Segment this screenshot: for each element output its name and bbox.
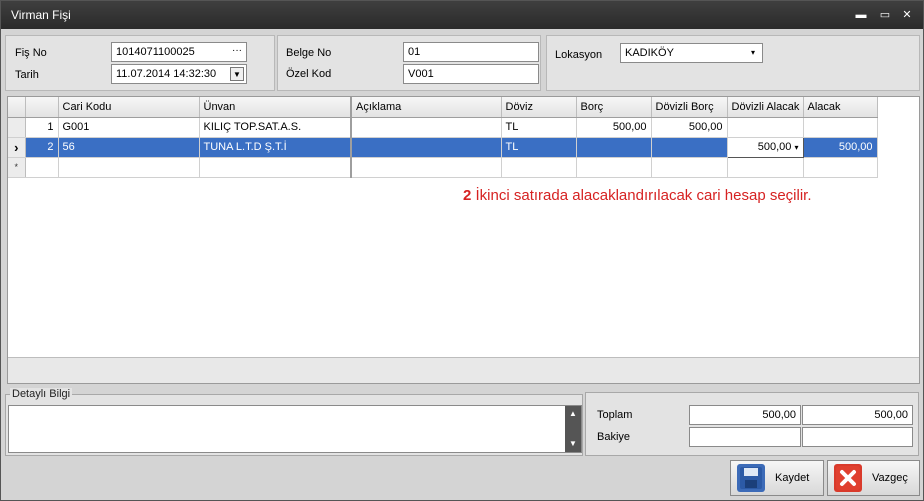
bakiye-borc-field [689, 427, 801, 447]
cell-doviz[interactable]: TL [501, 137, 577, 158]
belge-no-field[interactable]: 01 [403, 42, 539, 62]
cancel-button[interactable]: Vazgeç [827, 460, 920, 496]
row-no [25, 157, 59, 178]
detail-title: Detaylı Bilgi [10, 388, 73, 400]
save-button-label: Kaydet [775, 472, 810, 484]
table-row[interactable]: › 2 56 TUNA L.T.D Ş.T.İ TL 500,00 ▾ 500,… [8, 136, 878, 158]
chevron-down-icon[interactable]: ▾ [794, 143, 798, 152]
table-row[interactable]: 1 G001 KILIÇ TOP.SAT.A.S. TL 500,00 500,… [8, 117, 878, 138]
header-borc[interactable]: Borç [576, 97, 652, 118]
ozel-kod-label: Özel Kod [286, 68, 332, 80]
row-no: 2 [25, 137, 59, 158]
toplam-borc-field: 500,00 [689, 405, 801, 425]
detail-textarea[interactable]: ▲ ▼ [8, 405, 582, 453]
totals-group: Toplam 500,00 500,00 Bakiye [585, 392, 919, 456]
bakiye-label: Bakiye [597, 431, 631, 443]
cell-alacak[interactable]: 500,00 [803, 137, 878, 158]
voucher-table: Cari Kodu Ünvan Açıklama Döviz Borç Dövi… [8, 97, 878, 178]
cell-dovizli-borc[interactable] [651, 137, 728, 158]
cancel-x-icon [834, 464, 862, 492]
cell-doviz[interactable] [501, 157, 577, 178]
header-alacak[interactable]: Alacak [803, 97, 878, 118]
belge-no-label: Belge No [286, 47, 332, 59]
lokasyon-value: KADIKÖY [625, 47, 674, 59]
cell-aciklama[interactable] [351, 137, 502, 158]
cell-unvan[interactable]: TUNA L.T.D Ş.T.İ [199, 137, 352, 158]
title-bar: Virman Fişi ▬ ▭ ✕ [1, 1, 923, 29]
cell-borc[interactable]: 500,00 [576, 117, 652, 138]
row-no: 1 [25, 117, 59, 138]
row-indicator[interactable] [8, 117, 26, 138]
toplam-alacak-field: 500,00 [802, 405, 913, 425]
minimize-icon[interactable]: ▬ [854, 9, 868, 21]
header-dovizli-borc[interactable]: Dövizli Borç [651, 97, 728, 118]
chevron-down-icon[interactable]: ▾ [746, 46, 760, 60]
lokasyon-select[interactable]: KADIKÖY ▾ [620, 43, 763, 63]
tarih-field[interactable]: 11.07.2014 14:32:30 ▼ [111, 64, 247, 84]
save-button[interactable]: Kaydet [730, 460, 824, 496]
cell-dovizli-alacak[interactable] [727, 157, 804, 178]
header-doviz[interactable]: Döviz [501, 97, 577, 118]
header-indicator [8, 97, 26, 118]
cell-dovizli-alacak[interactable] [727, 117, 804, 138]
instruction-annotation: 2 İkinci satırada alacaklandırılacak car… [463, 187, 812, 204]
detail-scrollbar[interactable]: ▲ ▼ [565, 406, 581, 452]
fis-no-field[interactable]: 1014071100025 ··· [111, 42, 247, 62]
cell-borc[interactable] [576, 137, 652, 158]
cell-cari-kodu[interactable]: 56 [58, 137, 200, 158]
tarih-label: Tarih [15, 69, 39, 81]
cell-dovizli-alacak-editor[interactable]: 500,00 ▾ [726, 136, 804, 158]
cell-cari-kodu[interactable]: G001 [58, 117, 200, 138]
detail-group: Detaylı Bilgi ▲ ▼ [5, 388, 583, 456]
cell-unvan[interactable]: KILIÇ TOP.SAT.A.S. [199, 117, 352, 138]
cell-aciklama[interactable] [351, 157, 502, 178]
annotation-text: İkinci satırada alacaklandırılacak cari … [471, 187, 812, 204]
belge-no-value: 01 [408, 46, 421, 58]
cell-unvan[interactable] [199, 157, 352, 178]
cell-dovizli-borc[interactable]: 500,00 [651, 117, 728, 138]
chevron-down-icon[interactable]: ▼ [230, 67, 244, 81]
voucher-grid[interactable]: Cari Kodu Ünvan Açıklama Döviz Borç Dövi… [7, 96, 920, 384]
fis-no-value: 1014071100025 [116, 46, 195, 58]
tarih-value: 11.07.2014 14:32:30 [116, 68, 217, 80]
cell-cari-kodu[interactable] [58, 157, 200, 178]
cell-dovizli-borc[interactable] [651, 157, 728, 178]
header-dovizli-alacak[interactable]: Dövizli Alacak [727, 97, 804, 118]
cell-borc[interactable] [576, 157, 652, 178]
save-icon [737, 464, 765, 492]
window-title: Virman Fişi [11, 8, 71, 22]
header-row-no [25, 97, 59, 118]
toplam-label: Toplam [597, 409, 633, 421]
cell-alacak[interactable] [803, 117, 878, 138]
cell-alacak[interactable] [803, 157, 878, 178]
virman-fisi-window: Virman Fişi ▬ ▭ ✕ Fiş No 1014071100025 ·… [0, 0, 924, 501]
cell-doviz[interactable]: TL [501, 117, 577, 138]
table-row-new[interactable]: * [8, 157, 878, 178]
scroll-up-icon[interactable]: ▲ [565, 406, 581, 422]
cell-aciklama[interactable] [351, 117, 502, 138]
fis-no-ellipsis-button[interactable]: ··· [228, 43, 246, 61]
header-cari-kodu[interactable]: Cari Kodu [58, 97, 200, 118]
ozel-kod-value: V001 [408, 68, 434, 80]
header-panel-right: Lokasyon KADIKÖY ▾ [546, 35, 920, 91]
row-indicator[interactable]: › [8, 137, 26, 158]
grid-footer [8, 357, 919, 383]
header-unvan[interactable]: Ünvan [199, 97, 352, 118]
header-panel-left: Fiş No 1014071100025 ··· Tarih 11.07.201… [5, 35, 275, 91]
grid-header-row: Cari Kodu Ünvan Açıklama Döviz Borç Dövi… [8, 97, 878, 118]
header-panel-middle: Belge No 01 Özel Kod V001 [277, 35, 541, 91]
close-icon[interactable]: ✕ [900, 9, 914, 21]
maximize-icon[interactable]: ▭ [878, 9, 892, 21]
scroll-down-icon[interactable]: ▼ [565, 436, 581, 452]
cell-dovizli-alacak: 500,00 [757, 141, 792, 153]
new-row-indicator[interactable]: * [8, 157, 26, 178]
header-aciklama[interactable]: Açıklama [351, 97, 502, 118]
cancel-button-label: Vazgeç [872, 472, 908, 484]
fis-no-label: Fiş No [15, 47, 47, 59]
bakiye-alacak-field [802, 427, 913, 447]
lokasyon-label: Lokasyon [555, 49, 603, 61]
ozel-kod-field[interactable]: V001 [403, 64, 539, 84]
